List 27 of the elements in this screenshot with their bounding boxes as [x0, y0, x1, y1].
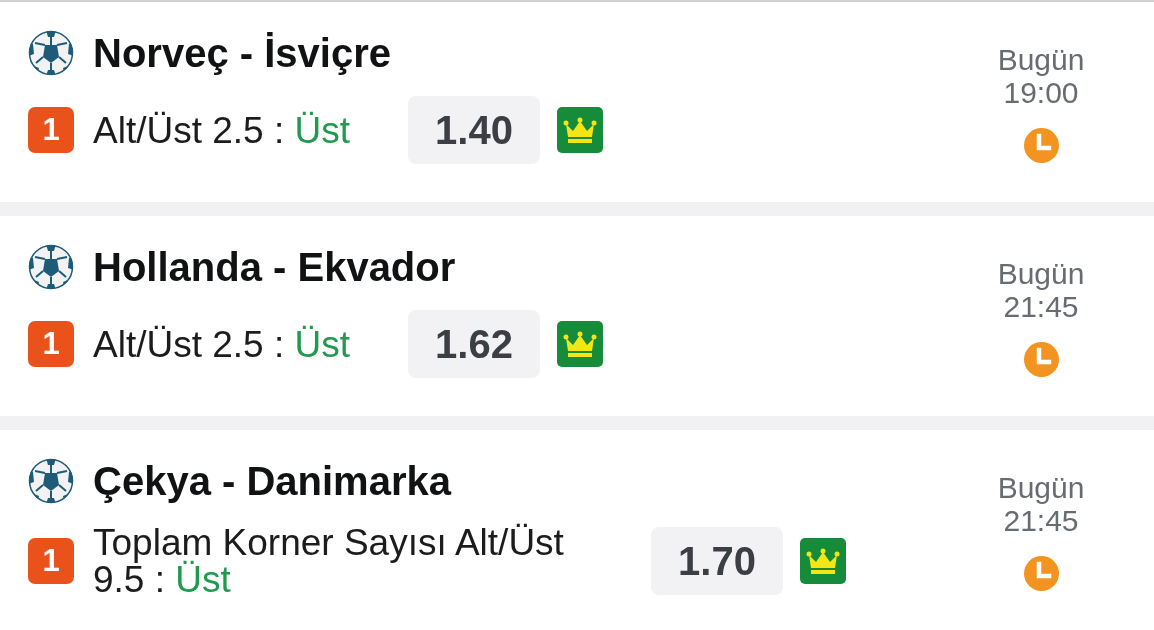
match-time: 21:45 — [1003, 290, 1079, 323]
soccer-ball-icon — [28, 458, 74, 504]
bet-selection: Alt/Üst 2.5 : Üst — [93, 111, 350, 149]
match-title: Norveç - İsviçre — [93, 30, 391, 76]
match-time: 19:00 — [1003, 76, 1079, 109]
outcome-badge: 1 — [28, 107, 74, 153]
match-day: Bugün — [997, 43, 1085, 76]
odds-button[interactable]: 1.40 — [408, 96, 540, 164]
odds-button[interactable]: 1.62 — [408, 310, 540, 378]
soccer-ball-icon — [28, 244, 74, 290]
clock-icon — [1023, 128, 1059, 163]
bet-selection: Toplam Korner Sayısı Alt/Üst 9.5 : Üst — [93, 524, 565, 598]
soccer-ball-icon — [28, 30, 74, 76]
bet-selection: Alt/Üst 2.5 : Üst — [93, 325, 350, 363]
crown-icon — [557, 107, 603, 153]
outcome-badge: 1 — [28, 321, 74, 367]
match-time: 21:45 — [1003, 504, 1079, 537]
match-day: Bugün — [997, 257, 1085, 290]
clock-icon — [1023, 556, 1059, 591]
match-day: Bugün — [997, 471, 1085, 504]
match-title: Çekya - Danimarka — [93, 458, 451, 504]
outcome-badge: 1 — [28, 538, 74, 584]
clock-icon — [1023, 342, 1059, 377]
crown-icon — [800, 538, 846, 584]
match-title: Hollanda - Ekvador — [93, 244, 456, 290]
odds-button[interactable]: 1.70 — [651, 527, 783, 595]
crown-icon — [557, 321, 603, 367]
